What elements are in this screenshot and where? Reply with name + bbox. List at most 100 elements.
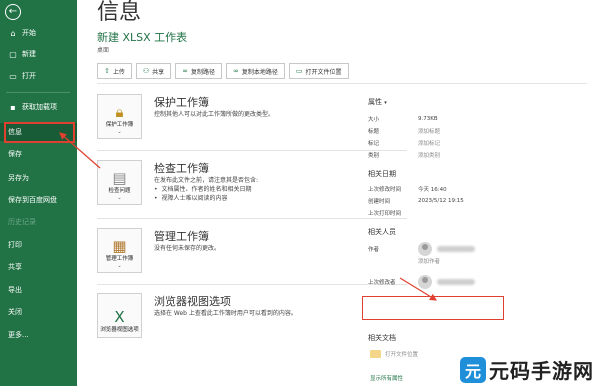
date-last-modified: 上次修改时间 今天 16:40 xyxy=(368,183,518,195)
sidebar-item-print[interactable]: 打印 xyxy=(0,236,77,254)
last-modified-highlight-box xyxy=(362,296,504,320)
sidebar-item-label: 导出 xyxy=(8,286,22,294)
link-icon: ∞ xyxy=(182,67,189,75)
sidebar-item-new[interactable]: ▢ 新建 xyxy=(0,45,77,63)
show-all-properties-link[interactable]: 显示所有属性 xyxy=(370,374,403,382)
open-file-location-button[interactable]: ▭ 打开文件位置 xyxy=(288,63,349,79)
sidebar-item-save[interactable]: 保存 xyxy=(0,145,77,163)
property-key: 标题 xyxy=(368,129,380,135)
watermark: 元 元码手游网 xyxy=(460,355,594,384)
sidebar-item-label: 更多... xyxy=(8,331,29,339)
sidebar-item-get-addins[interactable]: ▪ 获取加载项 xyxy=(0,98,77,116)
properties-dropdown[interactable]: 属性 ▾ xyxy=(368,97,518,107)
property-category: 类别 添加类别 xyxy=(368,149,518,161)
sidebar-item-share[interactable]: 共享 xyxy=(0,258,77,276)
manage-document-icon: ▦ xyxy=(112,237,127,256)
manage-workbook-button[interactable]: ▦ 管理工作簿 ⌄ xyxy=(97,228,142,273)
section-divider xyxy=(97,150,407,151)
sidebar-item-label: 获取加载项 xyxy=(22,103,57,111)
check-for-issues-button-label: 检查问题 xyxy=(108,188,131,195)
sidebar-item-label: 新建 xyxy=(22,50,36,58)
page-title: 信息 xyxy=(97,0,142,25)
sidebar-item-save-baidu[interactable]: 保存到百度网盘 xyxy=(0,191,77,209)
add-category-field[interactable]: 添加类别 xyxy=(418,151,440,159)
browser-view-options-button-label: 浏览器视图选项 xyxy=(100,327,139,334)
avatar[interactable] xyxy=(418,275,432,289)
copy-path-button[interactable]: ∞ 复制路径 xyxy=(175,63,223,79)
chevron-down-icon: ⌄ xyxy=(117,129,122,135)
sidebar-item-home[interactable]: ⌂ 开始 xyxy=(0,24,77,42)
property-key: 大小 xyxy=(368,117,380,123)
section-divider xyxy=(97,218,407,219)
add-author-link[interactable]: 添加作者 xyxy=(418,257,518,268)
backstage-sidebar: ← ⌂ 开始 ▢ 新建 ▭ 打开 ▪ 获取加载项 信息 保存 另存为 保存到百度… xyxy=(0,0,77,386)
back-arrow-icon[interactable]: ← xyxy=(5,4,21,20)
protect-workbook-button-label: 保护工作簿 xyxy=(105,122,134,129)
author-label: 作者 xyxy=(368,247,380,253)
protect-workbook-desc: 控制其他人可以对此工作簿所做的更改类型。 xyxy=(154,111,275,118)
sidebar-item-label: 打印 xyxy=(8,241,22,249)
bullet-item: 视障人士难以阅读的内容 xyxy=(154,194,404,203)
property-key: 上次修改时间 xyxy=(368,187,402,193)
chevron-down-icon: ▾ xyxy=(384,100,387,106)
bullet-item: 文档属性、作者的姓名和相关日期 xyxy=(154,185,404,194)
sidebar-item-label: 关闭 xyxy=(8,308,22,316)
store-icon: ▪ xyxy=(10,102,16,112)
related-dates-header: 相关日期 xyxy=(368,170,396,178)
avatar[interactable] xyxy=(418,242,432,256)
protect-workbook-title: 保护工作簿 xyxy=(154,96,209,109)
property-key: 创建时间 xyxy=(368,199,391,205)
related-people-header: 相关人员 xyxy=(368,228,396,236)
sidebar-item-export[interactable]: 导出 xyxy=(0,281,77,299)
open-file-location-link[interactable]: 打开文件位置 xyxy=(370,350,418,358)
open-file-location-label: 打开文件位置 xyxy=(385,352,419,358)
home-icon: ⌂ xyxy=(10,28,16,38)
date-last-printed: 上次打印时间 xyxy=(368,207,518,219)
sidebar-item-label: 历史记录 xyxy=(8,218,36,226)
check-for-issues-button[interactable]: ▤ 检查问题 ⌄ xyxy=(97,160,142,205)
add-title-field[interactable]: 添加标题 xyxy=(418,127,440,135)
document-location: 桌面 xyxy=(97,47,110,54)
sidebar-item-label: 保存到百度网盘 xyxy=(8,196,57,204)
properties-panel: 属性 ▾ 大小 9.73KB 标题 添加标题 标记 添加标记 类别 添加类别 相… xyxy=(368,97,518,290)
add-tags-field[interactable]: 添加标记 xyxy=(418,139,440,147)
browser-view-title: 浏览器视图选项 xyxy=(154,295,231,308)
browser-view-options-button[interactable]: X 浏览器视图选项 xyxy=(97,293,142,338)
folder-icon: ▭ xyxy=(295,67,303,75)
chevron-down-icon: ⌄ xyxy=(117,195,122,201)
property-key: 类别 xyxy=(368,153,380,159)
sidebar-item-label: 保存 xyxy=(8,150,22,158)
upload-icon: ⇧ xyxy=(104,67,110,75)
lock-icon: 🔒︎ xyxy=(115,103,124,122)
document-name: 新建 XLSX 工作表 xyxy=(97,31,188,44)
inspect-workbook-desc: 在发布此文件之前，请注意其是否包含: xyxy=(154,177,259,184)
info-toolbar: ⇧ 上传 ⚇ 共享 ∞ 复制路径 ∞ 复制本地路径 ▭ 打开文件位置 xyxy=(97,63,349,79)
sidebar-item-open[interactable]: ▭ 打开 xyxy=(0,67,77,85)
sidebar-item-save-as[interactable]: 另存为 xyxy=(0,169,77,187)
property-size: 大小 9.73KB xyxy=(368,113,518,125)
share-button[interactable]: ⚇ 共享 xyxy=(135,63,172,79)
date-created: 创建时间 2023/5/12 19:15 xyxy=(368,195,518,207)
copy-local-path-button[interactable]: ∞ 复制本地路径 xyxy=(226,63,285,79)
property-value: 今天 16:40 xyxy=(418,187,447,193)
modifier-name-blurred xyxy=(437,279,475,285)
manage-workbook-desc: 没有任何未保存的更改。 xyxy=(154,245,221,252)
toolbar-divider xyxy=(97,83,587,84)
author-name-blurred xyxy=(437,246,475,252)
folder-icon xyxy=(370,350,381,358)
upload-button[interactable]: ⇧ 上传 xyxy=(97,63,132,79)
share-button-label: 共享 xyxy=(152,68,165,76)
link-icon: ∞ xyxy=(233,67,239,75)
manage-workbook-title: 管理工作簿 xyxy=(154,230,209,243)
inspect-workbook-title: 检查工作簿 xyxy=(154,162,209,175)
protect-workbook-button[interactable]: 🔒︎ 保护工作簿 ⌄ xyxy=(97,94,142,139)
folder-open-icon: ▭ xyxy=(9,71,17,81)
sidebar-item-close[interactable]: 关闭 xyxy=(0,303,77,321)
share-icon: ⚇ xyxy=(142,67,150,75)
sidebar-item-more[interactable]: 更多... xyxy=(0,326,77,344)
info-highlight-box xyxy=(4,122,75,143)
sidebar-divider xyxy=(6,92,70,93)
info-page: 信息 新建 XLSX 工作表 桌面 ⇧ 上传 ⚇ 共享 ∞ 复制路径 ∞ 复制本… xyxy=(77,0,600,386)
watermark-text: 元码手游网 xyxy=(489,359,594,383)
inspect-workbook-bullets: 文档属性、作者的姓名和相关日期 视障人士难以阅读的内容 xyxy=(154,185,404,204)
